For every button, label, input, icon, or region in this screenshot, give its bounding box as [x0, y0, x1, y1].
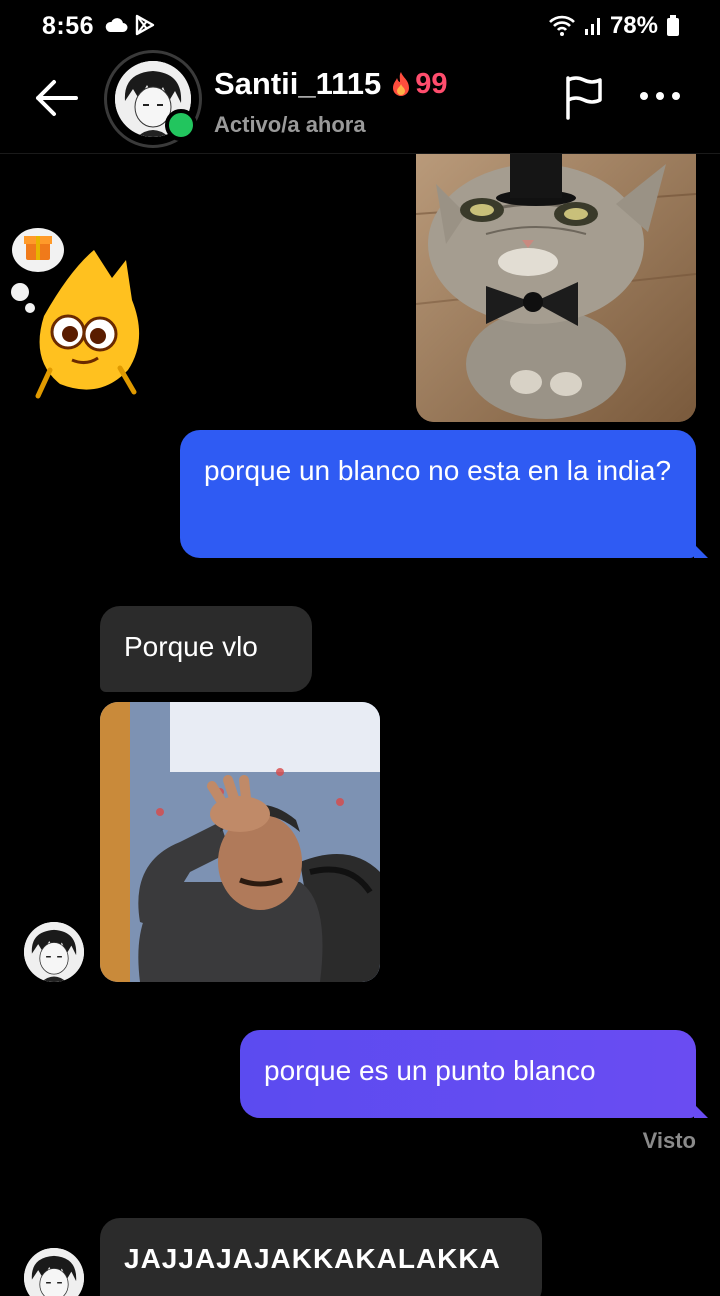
- streak-badge: 99: [389, 68, 447, 101]
- battery-icon: [667, 15, 679, 36]
- image-message-cat[interactable]: [416, 154, 696, 422]
- status-right: 78%: [548, 12, 680, 40]
- online-indicator: [165, 109, 197, 141]
- message-bubble-incoming[interactable]: Porque vlo: [100, 606, 312, 692]
- fire-icon: [393, 72, 410, 96]
- message-bubble-incoming[interactable]: JAJJAJAJAKKAKALAKKA: [100, 1218, 542, 1296]
- more-options-button[interactable]: [640, 86, 688, 106]
- status-bar: 8:56 78%: [0, 0, 720, 52]
- seen-receipt: Visto: [642, 1128, 696, 1153]
- wifi-icon: [549, 15, 575, 36]
- message-text: porque un blanco no esta en la india?: [204, 455, 672, 486]
- more-dot-icon: [640, 92, 648, 100]
- status-time: 8:56: [42, 12, 95, 40]
- more-dot-icon: [672, 92, 680, 100]
- signal-icon: [584, 18, 600, 35]
- message-text: Porque vlo: [124, 631, 258, 662]
- play-store-icon: [135, 14, 155, 36]
- cloud-icon: [105, 18, 128, 32]
- more-dot-icon: [656, 92, 664, 100]
- sender-avatar[interactable]: [24, 1248, 84, 1296]
- bubble-tail: [694, 544, 708, 558]
- contact-name-row[interactable]: Santii_1115 99: [214, 66, 447, 102]
- back-button[interactable]: [32, 78, 80, 118]
- streak-count: 99: [415, 67, 448, 100]
- message-text: porque es un punto blanco: [264, 1055, 596, 1086]
- contact-name: Santii_1115: [214, 66, 382, 101]
- contact-status: Activo/a ahora: [214, 112, 366, 137]
- contact-avatar[interactable]: [104, 50, 202, 148]
- status-left-icons: [104, 14, 156, 36]
- sender-avatar[interactable]: [24, 922, 84, 982]
- chat-area[interactable]: porque un blanco no esta en la india? Po…: [0, 154, 720, 1296]
- back-arrow-icon: [36, 80, 78, 116]
- message-bubble-outgoing[interactable]: porque es un punto blanco: [240, 1030, 708, 1118]
- battery-text: 78%: [609, 12, 658, 39]
- image-message-man[interactable]: [100, 702, 380, 982]
- chat-header: Santii_1115 99 Activo/a ahora: [0, 50, 720, 154]
- bubble-tail: [694, 1104, 708, 1118]
- message-text: JAJJAJAJAKKAKALAKKA: [124, 1243, 501, 1274]
- report-button[interactable]: [562, 74, 606, 120]
- sticker-mascot[interactable]: [0, 220, 150, 400]
- flag-icon: [566, 76, 602, 120]
- message-bubble-outgoing[interactable]: porque un blanco no esta en la india?: [180, 430, 708, 558]
